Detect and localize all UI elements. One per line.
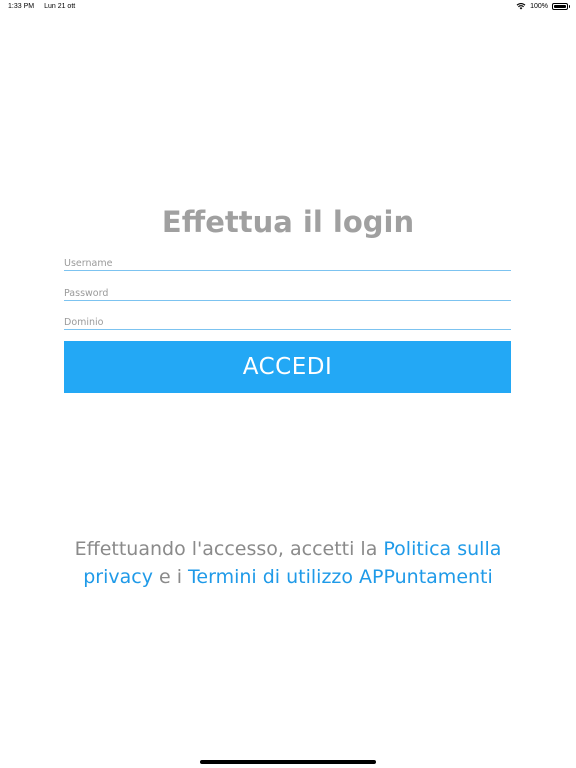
battery-icon bbox=[552, 2, 570, 10]
status-time: 1:33 PM bbox=[8, 3, 35, 10]
status-bar: 1:33 PM Lun 21 ott 100% bbox=[0, 0, 576, 14]
login-button[interactable]: ACCEDI bbox=[64, 341, 511, 393]
battery-percent: 100% bbox=[530, 2, 548, 10]
battery-fill bbox=[554, 4, 566, 8]
legal-text-before: Effettuando l'accesso, accetti la bbox=[74, 538, 384, 560]
home-indicator[interactable] bbox=[200, 760, 376, 764]
password-input[interactable] bbox=[64, 283, 511, 302]
domain-field-wrapper bbox=[64, 310, 511, 331]
username-input[interactable] bbox=[64, 253, 511, 272]
status-right: 100% bbox=[516, 2, 570, 10]
page-title: Effettua il login bbox=[161, 205, 415, 239]
wifi-icon bbox=[516, 3, 526, 10]
legal-notice: Effettuando l'accesso, accetti la Politi… bbox=[70, 535, 506, 591]
username-field-wrapper bbox=[64, 251, 511, 272]
terms-of-use-link[interactable]: Termini di utilizzo APPuntamenti bbox=[188, 566, 493, 588]
password-field-wrapper bbox=[64, 281, 511, 302]
legal-text-middle: e i bbox=[152, 566, 189, 588]
status-date: Lun 21 ott bbox=[44, 3, 76, 10]
domain-input[interactable] bbox=[64, 312, 511, 331]
status-left: 1:33 PM Lun 21 ott bbox=[8, 3, 75, 10]
